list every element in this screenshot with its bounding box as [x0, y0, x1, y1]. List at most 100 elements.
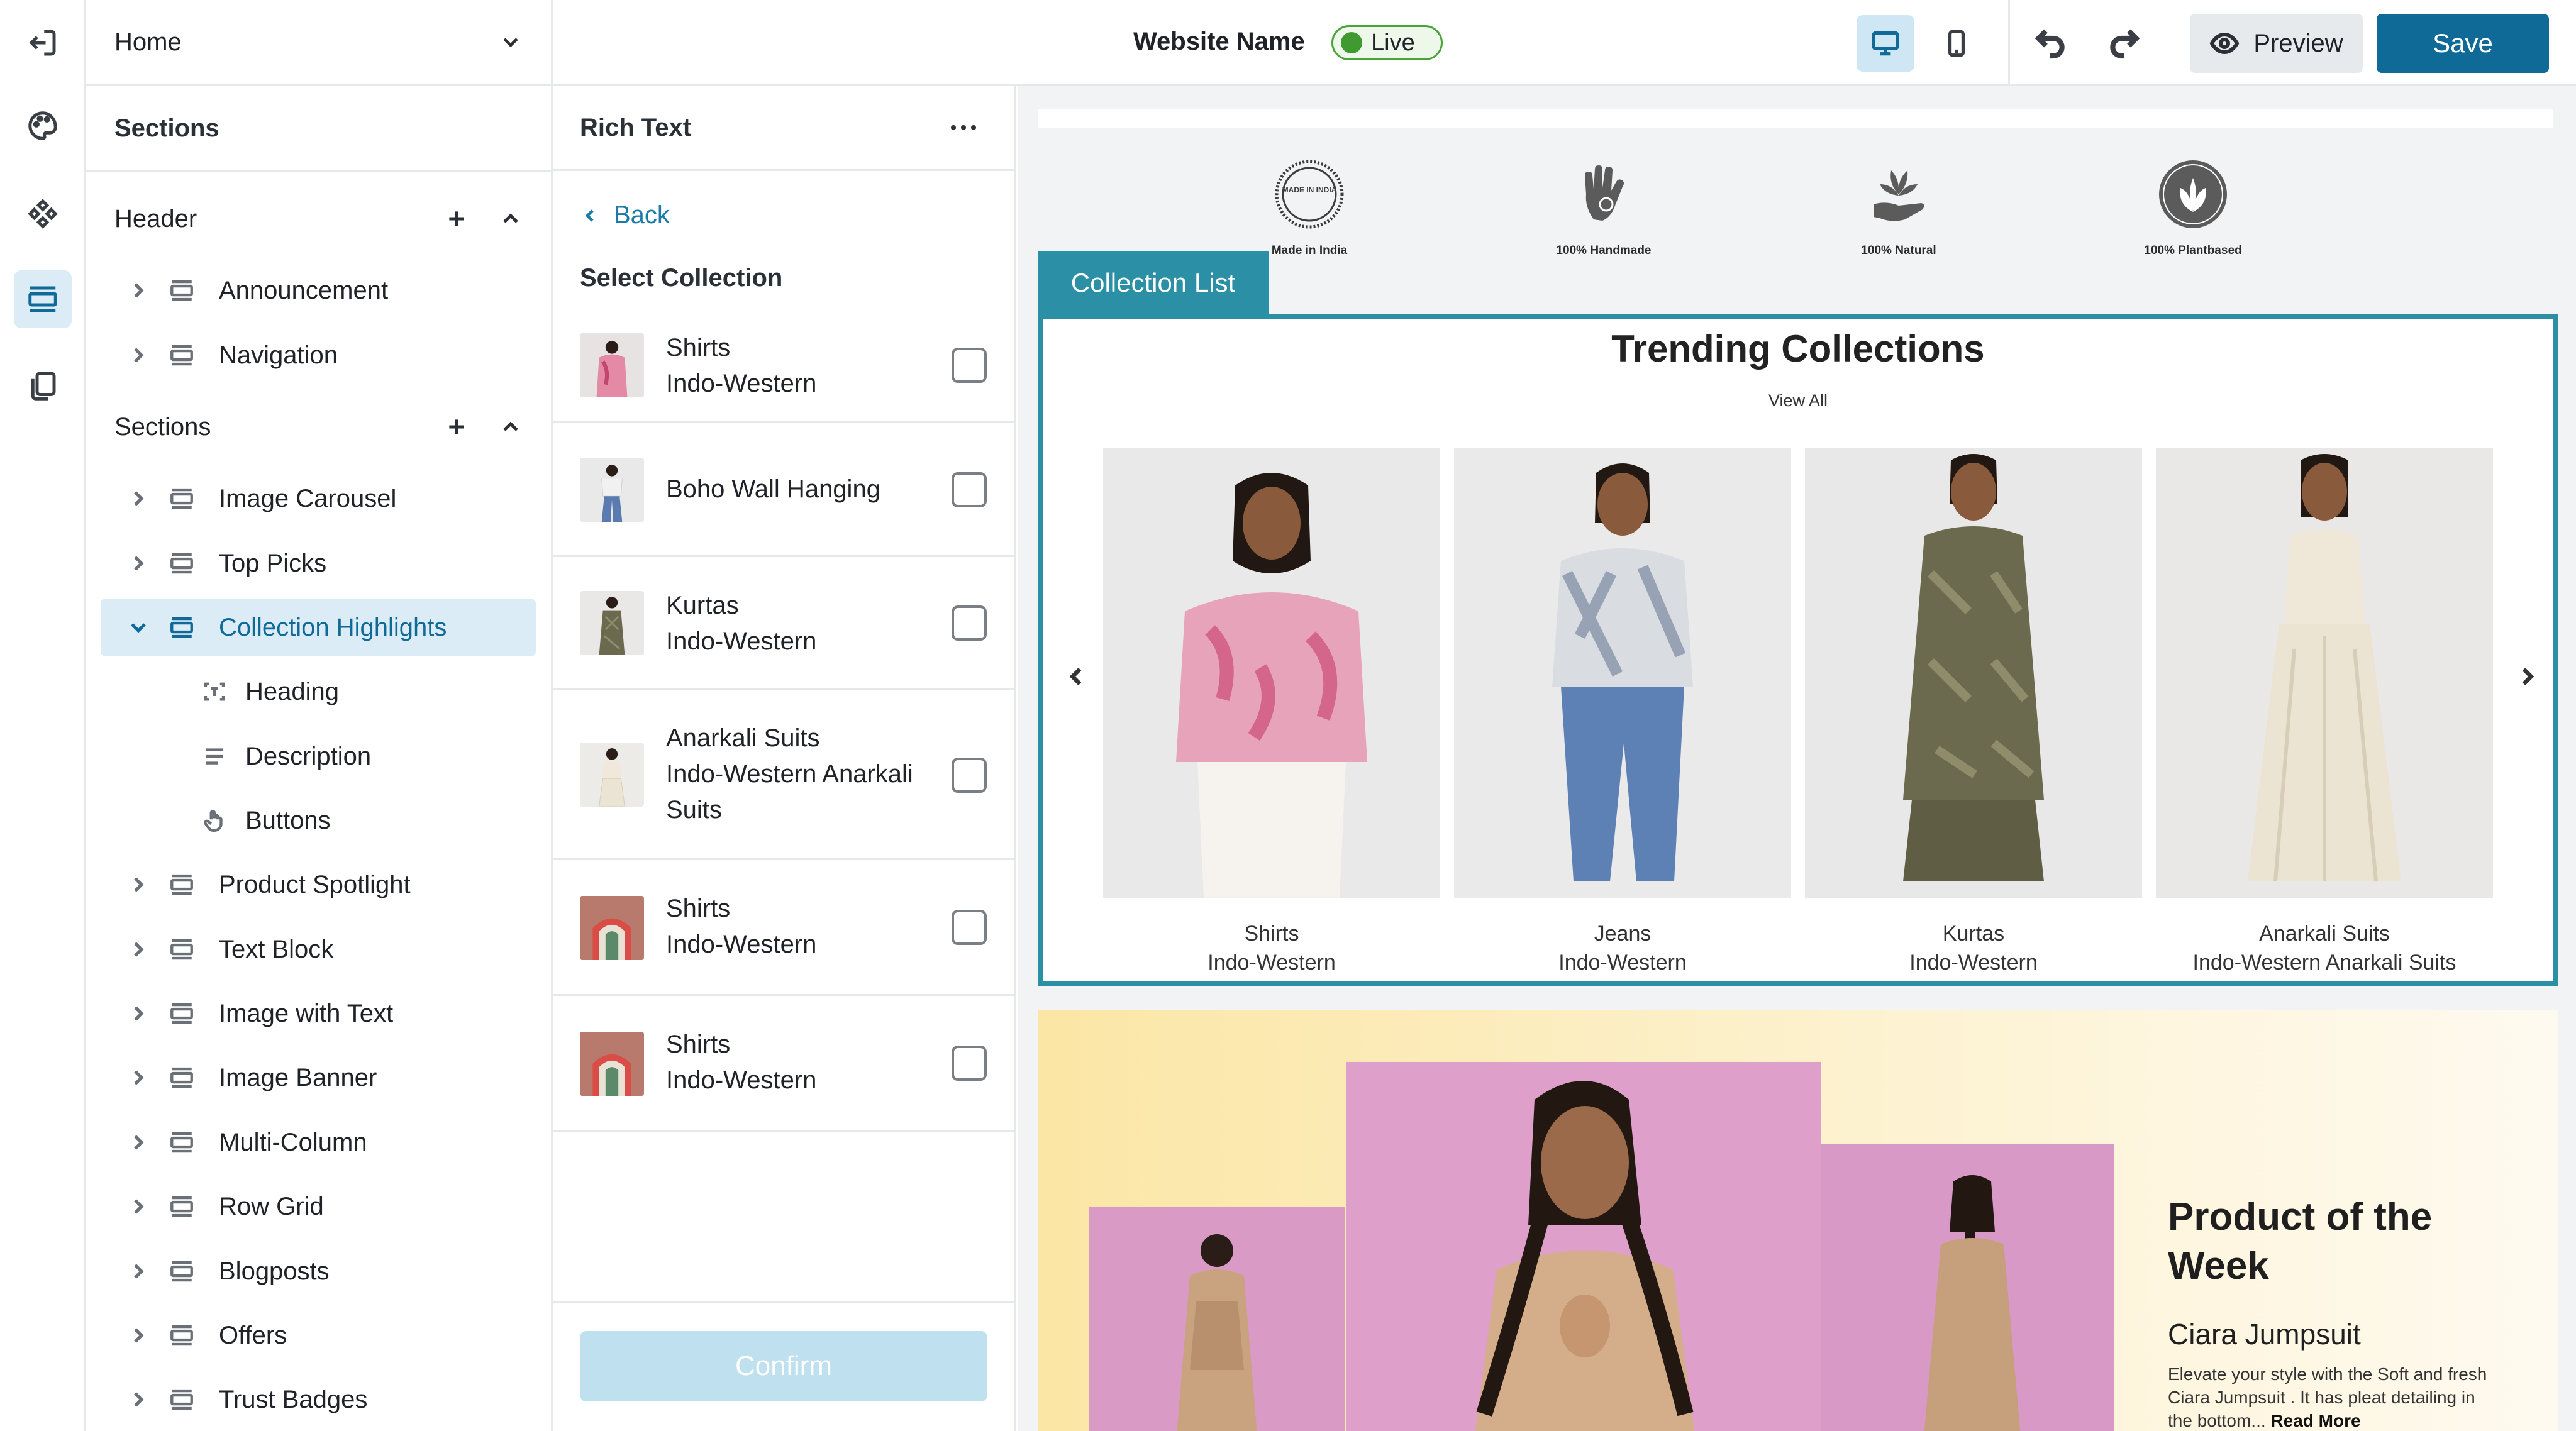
chevron-right-icon[interactable] — [126, 486, 151, 511]
collection-name: Shirts — [666, 334, 731, 362]
live-dot-icon — [1341, 32, 1362, 53]
collection-card-image — [1805, 448, 2142, 898]
chevron-right-icon[interactable] — [126, 1065, 151, 1090]
collection-checkbox[interactable] — [952, 348, 987, 383]
pages-icon[interactable] — [14, 357, 72, 415]
sidebar-subitem-heading[interactable]: Heading — [101, 663, 536, 721]
chevron-right-icon[interactable] — [126, 278, 151, 303]
sidebar-item-product-spotlight[interactable]: Product Spotlight — [101, 856, 536, 914]
sidebar-item-image-carousel[interactable]: Image Carousel — [101, 470, 536, 528]
chevron-down-icon[interactable] — [126, 615, 151, 640]
chevron-right-icon[interactable] — [126, 343, 151, 368]
collection-name: Shirts — [666, 895, 731, 922]
palette-icon[interactable] — [14, 97, 72, 155]
sidebar-item-blogposts[interactable]: Blogposts — [101, 1242, 536, 1300]
header-group: Header — [114, 200, 523, 238]
sidebar-item-label: Description — [245, 742, 372, 770]
chevron-right-icon[interactable] — [126, 1387, 151, 1412]
collection-card-subtitle: Indo-Western — [1558, 951, 1687, 975]
collection-checkbox[interactable] — [952, 758, 987, 793]
add-header-icon[interactable] — [444, 206, 469, 231]
collection-card-name: Anarkali Suits — [2259, 922, 2390, 946]
collection-card[interactable]: Anarkali Suits Indo-Western Anarkali Sui… — [2156, 448, 2493, 977]
collection-thumbnail — [580, 896, 644, 960]
sidebar-item-collection-highlights[interactable]: Collection Highlights — [101, 599, 536, 656]
carousel-next-button[interactable] — [2514, 664, 2540, 689]
sidebar-item-offers[interactable]: Offers — [101, 1307, 536, 1364]
confirm-button[interactable]: Confirm — [580, 1331, 987, 1401]
sidebar-item-trust-badges[interactable]: Trust Badges — [101, 1371, 536, 1428]
collection-checkbox[interactable] — [952, 472, 987, 507]
product-of-week-section[interactable]: Product of the Week Ciara Jumpsuit Eleva… — [1038, 1010, 2558, 1431]
chevron-right-icon[interactable] — [126, 1323, 151, 1348]
collection-item[interactable]: Shirts Indo-Western — [553, 996, 1014, 1132]
add-section-icon[interactable] — [444, 414, 469, 439]
chevron-down-icon — [503, 38, 518, 48]
save-button[interactable]: Save — [2377, 14, 2549, 73]
collection-subtitle: Indo-Western — [666, 370, 817, 397]
section-icon — [170, 1196, 193, 1217]
collection-checkbox[interactable] — [952, 1046, 987, 1081]
header-group-label: Header — [114, 204, 197, 233]
desktop-icon — [1872, 31, 1899, 56]
collection-item[interactable]: Anarkali Suits Indo-Western Anarkali Sui… — [553, 690, 1014, 860]
sidebar-item-image-banner[interactable]: Image Banner — [101, 1049, 536, 1107]
section-icon — [170, 874, 193, 895]
collection-list-section[interactable]: Trending Collections View All Shirts Ind… — [1038, 314, 2558, 986]
collapse-header-icon[interactable] — [498, 206, 523, 231]
sidebar-subitem-description[interactable]: Description — [101, 727, 536, 785]
chevron-right-icon[interactable] — [126, 551, 151, 576]
chevron-right-icon[interactable] — [126, 1194, 151, 1219]
collection-subtitle: Indo-Western — [666, 931, 817, 958]
sidebar-item-image-with-text[interactable]: Image with Text — [101, 985, 536, 1042]
preview-button[interactable]: Preview — [2190, 14, 2363, 73]
chevron-right-icon[interactable] — [126, 872, 151, 897]
mobile-view-button[interactable] — [1928, 15, 1985, 72]
preview-canvas: MADE IN INDIA Made in India 100% Handmad… — [1018, 86, 2576, 1431]
exit-icon[interactable] — [14, 14, 72, 72]
sidebar-item-text-block[interactable]: Text Block — [101, 920, 536, 978]
collection-checkbox[interactable] — [952, 910, 987, 945]
undo-button[interactable] — [2033, 25, 2068, 60]
collection-item[interactable]: Shirts Indo-Western — [553, 308, 1014, 423]
trust-badge-label: 100% Plantbased — [2144, 244, 2242, 257]
collapse-sections-icon[interactable] — [498, 414, 523, 439]
page-select[interactable]: Home — [86, 0, 551, 86]
chevron-left-icon — [1069, 667, 1082, 686]
sidebar-item-row-grid[interactable]: Row Grid — [101, 1178, 536, 1235]
section-icon — [170, 345, 193, 366]
collection-item[interactable]: Boho Wall Hanging — [553, 423, 1014, 557]
back-link[interactable]: Back — [580, 201, 670, 229]
chevron-right-icon[interactable] — [126, 937, 151, 962]
collection-card[interactable]: Kurtas Indo-Western — [1805, 448, 2142, 977]
sidebar-item-label: Heading — [245, 677, 340, 705]
chevron-right-icon[interactable] — [126, 1259, 151, 1284]
collection-item[interactable]: Kurtas Indo-Western — [553, 557, 1014, 690]
chevron-left-icon — [585, 209, 594, 222]
carousel-prev-button[interactable] — [1064, 664, 1089, 689]
mobile-icon — [1948, 30, 1965, 57]
sidebar-item-announcement[interactable]: Announcement — [101, 262, 536, 319]
components-icon[interactable] — [14, 185, 72, 243]
collection-item[interactable]: Shirts Indo-Western — [553, 860, 1014, 996]
collection-checkbox[interactable] — [952, 605, 987, 641]
chevron-right-icon[interactable] — [126, 1130, 151, 1155]
sidebar-item-label: Trust Badges — [219, 1385, 368, 1413]
eye-icon — [2210, 32, 2240, 55]
sidebar-item-top-picks[interactable]: Top Picks — [101, 534, 536, 592]
redo-button[interactable] — [2107, 25, 2142, 60]
chevron-right-icon[interactable] — [126, 1001, 151, 1026]
collection-list-tag[interactable]: Collection List — [1038, 251, 1269, 315]
sections-icon[interactable] — [14, 270, 72, 328]
collection-card[interactable]: Shirts Indo-Western — [1103, 448, 1440, 977]
sidebar-item-multi-column[interactable]: Multi-Column — [101, 1113, 536, 1171]
sidebar-item-navigation[interactable]: Navigation — [101, 326, 536, 384]
read-more-link[interactable]: Read More — [2270, 1411, 2360, 1430]
live-status-badge[interactable]: Live — [1331, 25, 1443, 60]
desktop-view-button[interactable] — [1857, 15, 1914, 72]
sections-sidebar: Home Sections Header Announcement Naviga… — [86, 0, 553, 1431]
collection-card[interactable]: Jeans Indo-Western — [1454, 448, 1791, 977]
view-all-link[interactable]: View All — [1043, 391, 2553, 411]
more-options-icon[interactable] — [951, 125, 976, 130]
sidebar-subitem-buttons[interactable]: Buttons — [101, 792, 536, 849]
